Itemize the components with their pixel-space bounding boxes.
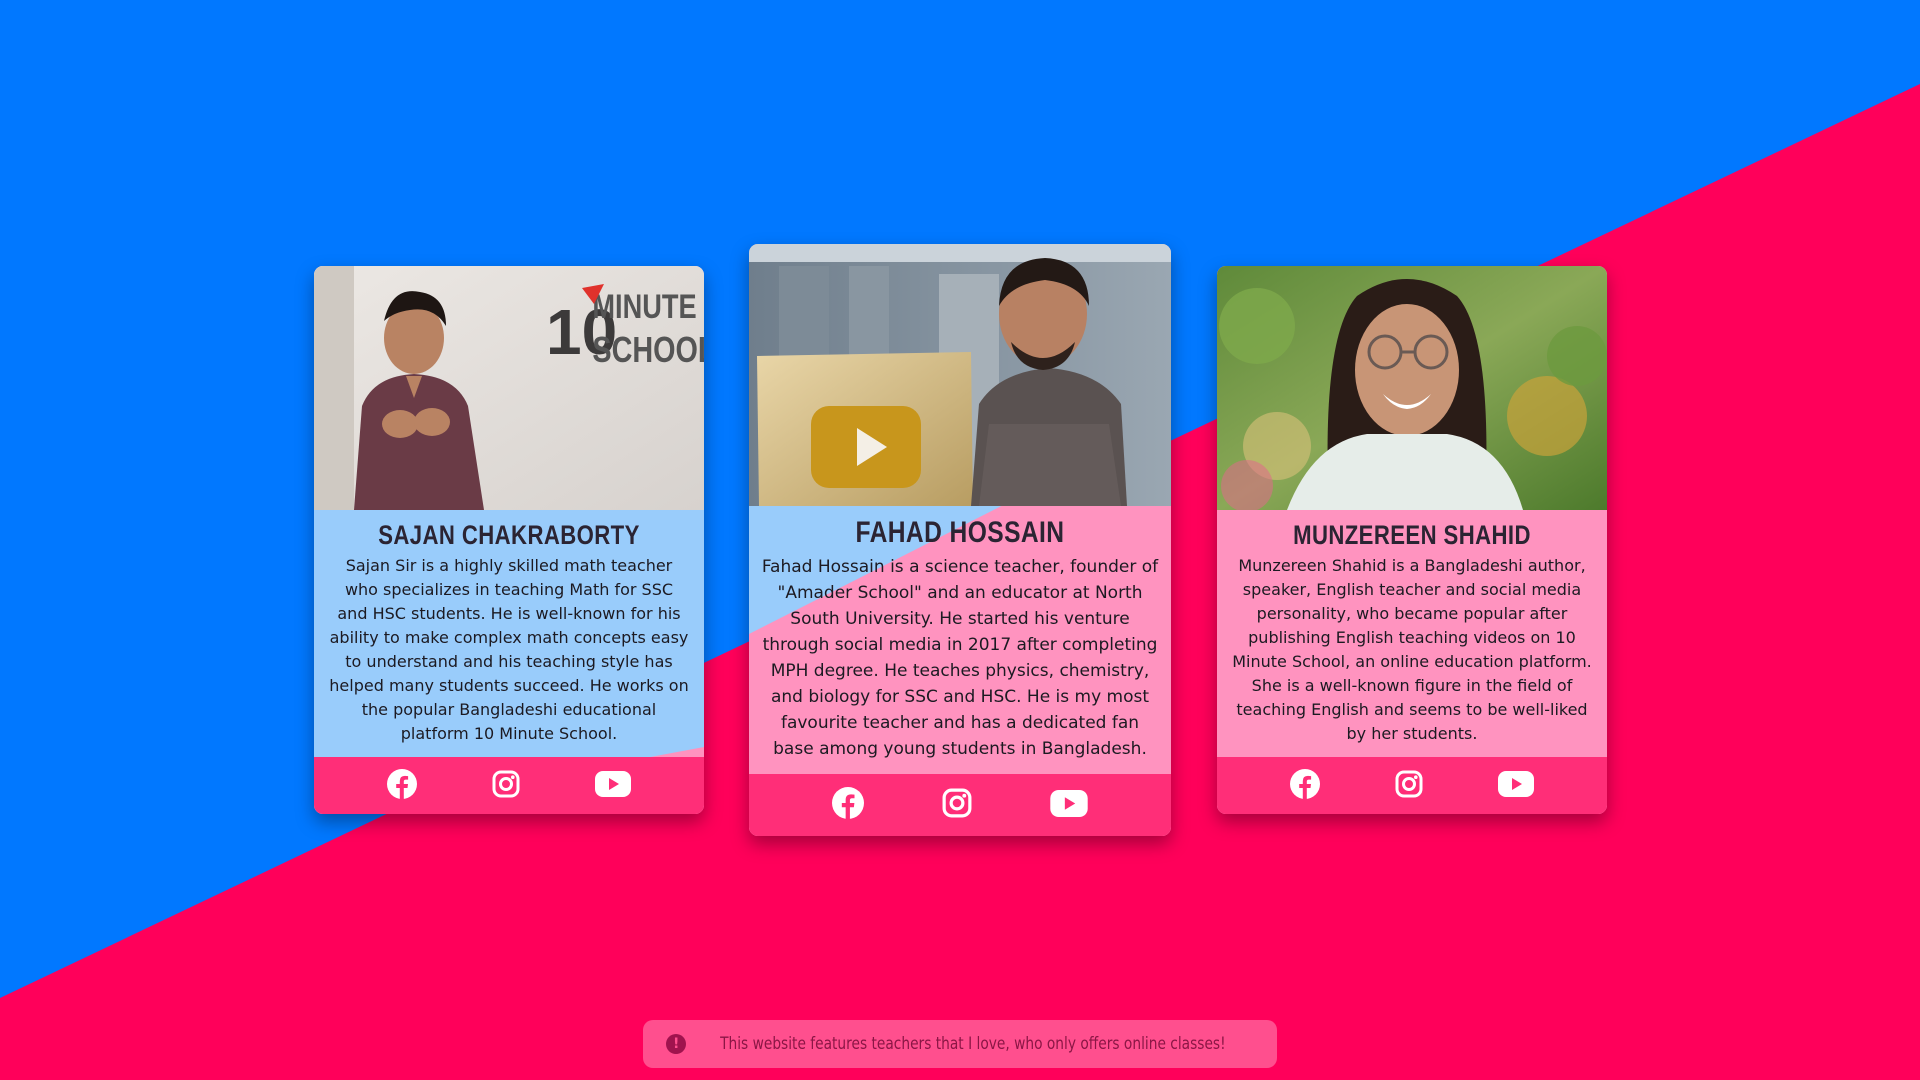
facebook-icon[interactable]: [832, 787, 864, 823]
notice-banner: ! This website features teachers that I …: [643, 1020, 1277, 1068]
youtube-icon[interactable]: [1050, 789, 1088, 821]
facebook-icon[interactable]: [387, 768, 418, 803]
teacher-card-munzereen: MUNZEREEN SHAHID Munzereen Shahid is a B…: [1217, 266, 1607, 814]
instagram-icon[interactable]: [942, 788, 972, 822]
teacher-card-sajan: 10 MINUTE SCHOOL SAJAN CHAKRABORTY Sajan…: [314, 266, 704, 814]
facebook-icon[interactable]: [1290, 768, 1321, 803]
social-links: [1217, 757, 1607, 814]
wall-logo-minute: MINUTE: [592, 287, 696, 326]
wall-logo-school: SCHOOL: [592, 329, 704, 370]
instagram-icon[interactable]: [492, 770, 520, 802]
teacher-bio: Fahad Hossain is a science teacher, foun…: [761, 557, 1159, 759]
social-links: [749, 774, 1171, 836]
teacher-bio: Sajan Sir is a highly skilled math teach…: [329, 556, 689, 743]
teacher-card-fahad: FAHAD HOSSAIN Fahad Hossain is a science…: [749, 244, 1171, 836]
teacher-photo-fahad: [749, 244, 1171, 506]
teacher-name: SAJAN CHAKRABORTY: [378, 520, 640, 550]
teacher-bio: Munzereen Shahid is a Bangladeshi author…: [1232, 556, 1592, 743]
teacher-photo-munzereen: [1217, 266, 1607, 510]
social-links: [314, 757, 704, 814]
youtube-icon[interactable]: [594, 770, 631, 801]
page: 10 MINUTE SCHOOL SAJAN CHAKRABORTY Sajan…: [0, 0, 1920, 1080]
teacher-name: MUNZEREEN SHAHID: [1293, 520, 1531, 550]
notice-text: This website features teachers that I lo…: [720, 1034, 1226, 1054]
teacher-name: FAHAD HOSSAIN: [855, 516, 1065, 549]
alert-circle-icon: !: [666, 1034, 687, 1054]
teacher-photo-sajan: 10 MINUTE SCHOOL: [314, 266, 704, 510]
youtube-icon[interactable]: [1497, 770, 1534, 801]
instagram-icon[interactable]: [1395, 770, 1423, 802]
